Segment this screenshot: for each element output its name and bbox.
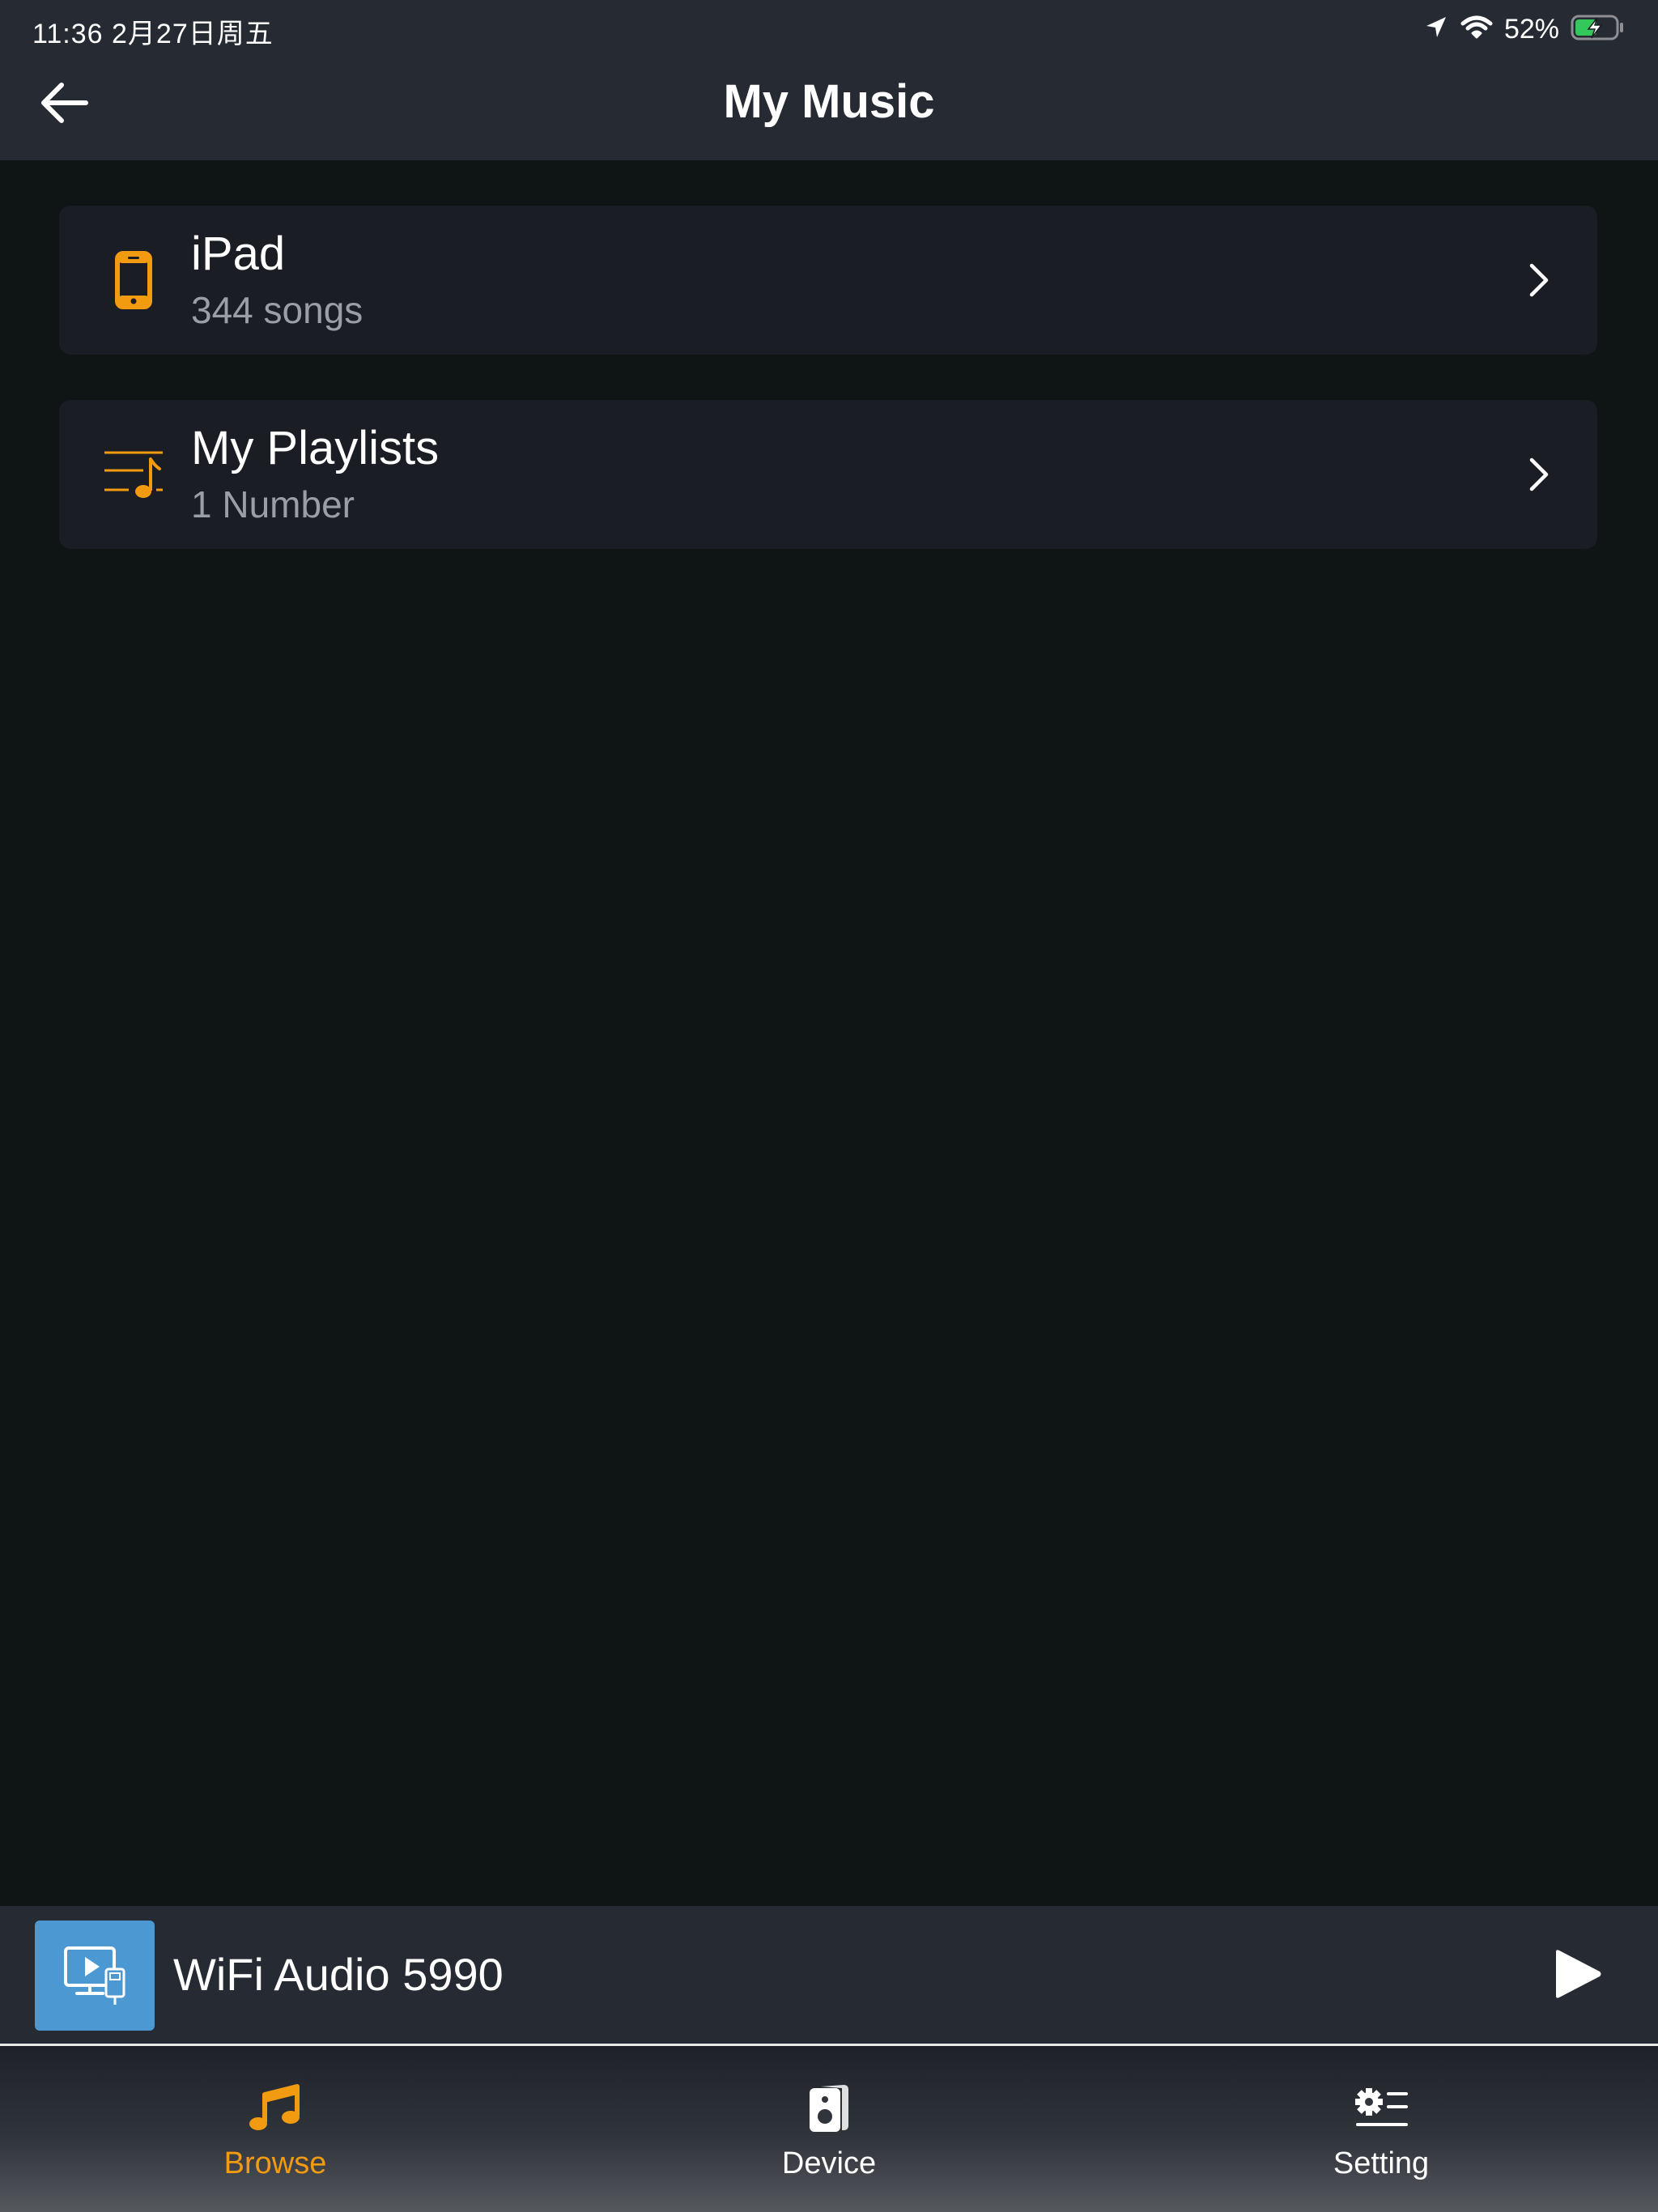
tab-setting[interactable]: Setting (1235, 2046, 1527, 2212)
status-bar: 11:36 2月27日周五 52% (0, 0, 1658, 58)
list-item-my-playlists[interactable]: My Playlists 1 Number (59, 400, 1597, 549)
tab-device[interactable]: Device (683, 2046, 975, 2212)
tab-label: Setting (1333, 2146, 1430, 2180)
nav-bar: My Music (0, 58, 1658, 160)
status-indicators: 52% (1423, 11, 1626, 47)
list-item-subtitle: 1 Number (191, 483, 355, 525)
chevron-right-icon (1513, 449, 1565, 500)
tab-browse[interactable]: Browse (130, 2046, 421, 2212)
tab-label: Browse (223, 2146, 327, 2180)
media-device-icon (35, 1921, 155, 2031)
battery-icon (1571, 14, 1626, 45)
battery-percent: 52% (1503, 13, 1559, 45)
wifi-icon (1460, 15, 1493, 45)
page-title: My Music (723, 75, 935, 128)
play-button[interactable] (1537, 1935, 1618, 2016)
list-item-title: iPad (191, 228, 286, 280)
list-item-subtitle: 344 songs (191, 289, 363, 331)
music-note-icon (130, 2080, 421, 2137)
settings-icon (1235, 2080, 1527, 2137)
header: 11:36 2月27日周五 52% My Music (0, 0, 1658, 160)
play-icon (1551, 1949, 1603, 2003)
location-icon (1423, 15, 1449, 45)
tab-label: Device (781, 2146, 877, 2180)
now-playing-title: WiFi Audio 5990 (173, 1949, 504, 2000)
phone-icon (91, 238, 176, 322)
chevron-right-icon (1513, 254, 1565, 306)
list-item-title: My Playlists (191, 422, 440, 474)
speaker-icon (683, 2080, 975, 2137)
list-item-ipad[interactable]: iPad 344 songs (59, 206, 1597, 355)
status-time: 11:36 2月27日周五 (32, 19, 274, 49)
tab-bar: Browse Device Setting (0, 2046, 1658, 2212)
playlist-icon (91, 432, 176, 517)
now-playing-bar[interactable]: WiFi Audio 5990 (0, 1906, 1658, 2044)
